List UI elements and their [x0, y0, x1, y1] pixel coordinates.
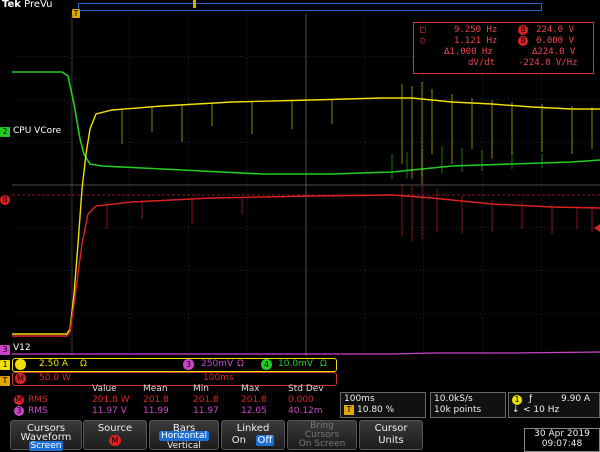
meas-std: 40.12m — [288, 406, 323, 416]
math-ground-marker[interactable]: B — [0, 195, 10, 205]
acquisition-panel[interactable]: 10.0kS/s 10k points — [430, 392, 506, 418]
meas-mean: 201.8 — [143, 395, 169, 405]
meas-value: 201.8 W — [92, 395, 130, 405]
cursors-mode-button[interactable]: Cursors Waveform Screen — [10, 420, 82, 451]
time: 09:07:48 — [541, 439, 583, 449]
trigger-source-badge: 1 — [512, 395, 522, 405]
cursor-b-value: 0.000 V — [536, 36, 574, 46]
record-view-marker — [193, 0, 196, 8]
bars-horizontal-label: Horizontal — [159, 431, 209, 441]
meas-min: 201.8 — [193, 395, 219, 405]
record-length: 10k points — [434, 405, 482, 415]
trigger-panel[interactable]: 1 ƒ 9.90 A ↓ < 10 Hz — [508, 392, 600, 418]
source-button[interactable]: Source M — [83, 420, 147, 450]
trigger-level-marker[interactable]: T — [0, 376, 10, 386]
meas-value: 11.97 V — [92, 406, 127, 416]
meas-header: Mean — [143, 384, 168, 394]
ch2-ground-marker[interactable]: 2 — [0, 127, 10, 137]
cursor-delta-value: Δ224.0 V — [532, 47, 576, 57]
math-scale: 50.0 W — [39, 373, 71, 383]
cursor-rate-value: -224.0 V/Hz — [518, 58, 578, 68]
sample-rate: 10.0kS/s — [434, 394, 473, 404]
title-bar: Tek PreVu — [0, 0, 600, 12]
ch4-badge: 4 — [261, 359, 272, 370]
ch3-suffix: Ω — [237, 359, 244, 369]
meas-header: Value — [92, 384, 117, 394]
cursor-a-value: 224.0 V — [536, 25, 574, 35]
meas-source-badge: 3 — [14, 406, 24, 416]
meas-type: RMS — [28, 395, 48, 405]
cursor-rate-label: dV/dt — [468, 58, 496, 68]
trigger-slope-icon: ƒ — [529, 394, 533, 404]
meas-header: Min — [193, 384, 209, 394]
trigger-level: 9.90 A — [561, 394, 591, 404]
timebase-panel[interactable]: 100ms T 10.80 % — [340, 392, 426, 418]
bottom-menu: Cursors Waveform Screen Source M Bars Ho… — [0, 418, 600, 451]
ch2-noise — [391, 146, 543, 179]
linked-on: On — [231, 435, 246, 446]
cursor-a-freq: 9.250 Hz — [454, 25, 498, 35]
trigger-filter: < 10 Hz — [523, 405, 560, 415]
ch1-spikes — [121, 82, 593, 184]
cursor-b-freq: 1.121 Hz — [454, 36, 498, 46]
meas-type: RMS — [28, 406, 48, 416]
meas-mean: 11.99 — [143, 406, 169, 416]
bring-cursors-button[interactable]: Bring Cursors On Screen — [287, 420, 357, 450]
meas-min: 11.97 — [193, 406, 219, 416]
cursor-delta-freq: Δ1.000 Hz — [444, 47, 493, 57]
ch1-suffix: Ω — [80, 359, 87, 369]
datetime-display: 30 Apr 2019 09:07:48 — [524, 428, 600, 452]
cursor-units-button[interactable]: Cursor Units — [359, 420, 423, 450]
math-spikes — [106, 182, 593, 242]
ch3-scale: 250mV — [201, 359, 234, 369]
trigger-position-value: 10.80 % — [357, 405, 395, 415]
meas-source-badge: M — [14, 395, 24, 405]
meas-header: Std Dev — [288, 384, 324, 394]
trigger-position-icon: T — [344, 405, 354, 415]
meas-row: M RMS 201.8 W 201.8 201.8 201.8 0.000 — [12, 395, 337, 406]
meas-max: 12.05 — [241, 406, 267, 416]
ch4-scale: 10.0mV — [278, 359, 313, 369]
ch3-badge: 3 — [183, 359, 194, 370]
timebase-scale: 100ms — [344, 394, 375, 404]
measurement-table: Value Mean Min Max Std Dev M RMS 201.8 W… — [12, 384, 337, 416]
ch1-ground-marker[interactable]: 1 — [0, 360, 10, 370]
record-bar — [78, 3, 542, 11]
ch1-scale-row[interactable]: 2.50 A Ω 3 250mV Ω 4 10.0mV Ω — [12, 358, 337, 372]
linked-button[interactable]: Linked On Off — [221, 420, 285, 450]
ch3-ground-marker[interactable]: 3 — [0, 345, 10, 355]
ch2-name-label: CPU VCore — [13, 126, 62, 136]
source-badge: M — [109, 435, 121, 446]
ch1-badge — [15, 359, 26, 370]
linked-off: Off — [255, 435, 275, 446]
math-timescale: 100ms — [203, 373, 234, 383]
brand-label: Tek PreVu — [2, 0, 53, 10]
meas-row: 3 RMS 11.97 V 11.99 11.97 12.05 40.12m — [12, 406, 337, 417]
ch1-scale: 2.50 A — [39, 359, 69, 369]
meas-std: 0.000 — [288, 395, 314, 405]
date: 30 Apr 2019 — [534, 429, 590, 439]
math-badge: M — [15, 373, 26, 384]
ch4-suffix: Ω — [320, 359, 327, 369]
v12-name-label: V12 — [13, 343, 31, 353]
meas-max: 201.8 — [241, 395, 267, 405]
bars-button[interactable]: Bars Horizontal Vertical — [149, 420, 219, 451]
cursor-readout-panel: □ 9.250 Hz B 224.0 V ○ 1.121 Hz B 0.000 … — [413, 22, 594, 74]
meas-header: Max — [241, 384, 260, 394]
cursor-level-marker — [594, 224, 600, 232]
